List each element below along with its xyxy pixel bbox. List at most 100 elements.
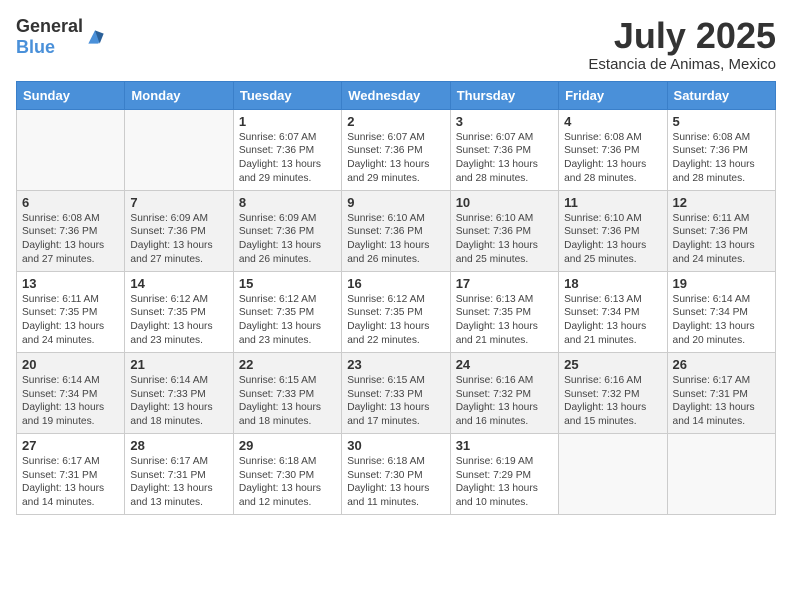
weekday-header-monday: Monday (125, 81, 233, 109)
calendar-cell: 24Sunrise: 6:16 AM Sunset: 7:32 PM Dayli… (450, 352, 558, 433)
calendar-week-row: 13 Sunrise: 6:11 AM Sunset: 7:35 PM Dayli… (17, 271, 776, 352)
weekday-header-tuesday: Tuesday (233, 81, 341, 109)
day-number: 19 (673, 276, 770, 291)
weekday-header-row: SundayMondayTuesdayWednesdayThursdayFrid… (17, 81, 776, 109)
day-info: Sunrise: 6:12 AM Sunset: 7:35 PM Dayligh… (239, 293, 336, 348)
day-info: Sunrise: 6:17 AM Sunset: 7:31 PM Dayligh… (673, 374, 770, 429)
calendar-cell (559, 433, 667, 514)
day-number: 25 (564, 357, 661, 372)
weekday-header-wednesday: Wednesday (342, 81, 450, 109)
day-info: Sunrise: 6:07 AM Sunset: 7:36 PM Dayligh… (239, 131, 336, 186)
calendar-cell: 21Sunrise: 6:14 AM Sunset: 7:33 PM Dayli… (125, 352, 233, 433)
calendar-cell: 3 Sunrise: 6:07 AM Sunset: 7:36 PM Daylig… (450, 109, 558, 190)
day-number: 26 (673, 357, 770, 372)
calendar-cell: 30 Sunrise: 6:18 AM Sunset: 7:30 PM Dayli… (342, 433, 450, 514)
day-number: 11 (564, 195, 661, 210)
day-number: 14 (130, 276, 227, 291)
page-header: General Blue July 2025 Estancia de Anima… (16, 16, 776, 73)
calendar-cell (17, 109, 125, 190)
day-number: 9 (347, 195, 444, 210)
day-info: Sunrise: 6:07 AM Sunset: 7:36 PM Dayligh… (347, 131, 444, 186)
day-number: 17 (456, 276, 553, 291)
day-info: Sunrise: 6:14 AM Sunset: 7:34 PM Dayligh… (22, 374, 119, 429)
day-number: 20 (22, 357, 119, 372)
day-info: Sunrise: 6:18 AM Sunset: 7:30 PM Dayligh… (347, 455, 444, 510)
calendar-cell: 26 Sunrise: 6:17 AM Sunset: 7:31 PM Dayli… (667, 352, 775, 433)
calendar-cell: 14Sunrise: 6:12 AM Sunset: 7:35 PM Dayli… (125, 271, 233, 352)
day-info: Sunrise: 6:14 AM Sunset: 7:34 PM Dayligh… (673, 293, 770, 348)
calendar-cell: 27 Sunrise: 6:17 AM Sunset: 7:31 PM Dayli… (17, 433, 125, 514)
calendar-cell: 2 Sunrise: 6:07 AM Sunset: 7:36 PM Daylig… (342, 109, 450, 190)
day-number: 10 (456, 195, 553, 210)
calendar-cell: 19 Sunrise: 6:14 AM Sunset: 7:34 PM Dayli… (667, 271, 775, 352)
calendar-cell: 9 Sunrise: 6:10 AM Sunset: 7:36 PM Daylig… (342, 190, 450, 271)
month-title: July 2025 (588, 16, 776, 56)
day-number: 13 (22, 276, 119, 291)
day-info: Sunrise: 6:19 AM Sunset: 7:29 PM Dayligh… (456, 455, 553, 510)
day-info: Sunrise: 6:09 AM Sunset: 7:36 PM Dayligh… (239, 212, 336, 267)
logo-blue: Blue (16, 37, 55, 57)
weekday-header-friday: Friday (559, 81, 667, 109)
calendar-table: SundayMondayTuesdayWednesdayThursdayFrid… (16, 81, 776, 515)
day-info: Sunrise: 6:18 AM Sunset: 7:30 PM Dayligh… (239, 455, 336, 510)
calendar-cell: 6 Sunrise: 6:08 AM Sunset: 7:36 PM Daylig… (17, 190, 125, 271)
day-info: Sunrise: 6:08 AM Sunset: 7:36 PM Dayligh… (564, 131, 661, 186)
day-number: 6 (22, 195, 119, 210)
logo-general: General (16, 16, 83, 36)
logo-icon (85, 27, 105, 47)
calendar-week-row: 6 Sunrise: 6:08 AM Sunset: 7:36 PM Daylig… (17, 190, 776, 271)
day-info: Sunrise: 6:17 AM Sunset: 7:31 PM Dayligh… (22, 455, 119, 510)
calendar-cell: 7 Sunrise: 6:09 AM Sunset: 7:36 PM Daylig… (125, 190, 233, 271)
day-info: Sunrise: 6:11 AM Sunset: 7:36 PM Dayligh… (673, 212, 770, 267)
calendar-week-row: 1 Sunrise: 6:07 AM Sunset: 7:36 PM Daylig… (17, 109, 776, 190)
calendar-cell: 5Sunrise: 6:08 AM Sunset: 7:36 PM Daylig… (667, 109, 775, 190)
calendar-cell (667, 433, 775, 514)
day-info: Sunrise: 6:08 AM Sunset: 7:36 PM Dayligh… (22, 212, 119, 267)
day-info: Sunrise: 6:07 AM Sunset: 7:36 PM Dayligh… (456, 131, 553, 186)
calendar-cell: 25Sunrise: 6:16 AM Sunset: 7:32 PM Dayli… (559, 352, 667, 433)
day-number: 24 (456, 357, 553, 372)
calendar-cell: 11 Sunrise: 6:10 AM Sunset: 7:36 PM Dayli… (559, 190, 667, 271)
day-number: 30 (347, 438, 444, 453)
day-info: Sunrise: 6:15 AM Sunset: 7:33 PM Dayligh… (347, 374, 444, 429)
calendar-week-row: 20 Sunrise: 6:14 AM Sunset: 7:34 PM Dayli… (17, 352, 776, 433)
day-info: Sunrise: 6:13 AM Sunset: 7:35 PM Dayligh… (456, 293, 553, 348)
day-info: Sunrise: 6:10 AM Sunset: 7:36 PM Dayligh… (564, 212, 661, 267)
day-number: 5 (673, 114, 770, 129)
calendar-cell: 23Sunrise: 6:15 AM Sunset: 7:33 PM Dayli… (342, 352, 450, 433)
day-info: Sunrise: 6:15 AM Sunset: 7:33 PM Dayligh… (239, 374, 336, 429)
calendar-week-row: 27 Sunrise: 6:17 AM Sunset: 7:31 PM Dayli… (17, 433, 776, 514)
day-number: 28 (130, 438, 227, 453)
subtitle: Estancia de Animas, Mexico (588, 56, 776, 73)
day-info: Sunrise: 6:10 AM Sunset: 7:36 PM Dayligh… (456, 212, 553, 267)
day-number: 22 (239, 357, 336, 372)
day-info: Sunrise: 6:11 AM Sunset: 7:35 PM Dayligh… (22, 293, 119, 348)
day-number: 2 (347, 114, 444, 129)
calendar-cell: 17 Sunrise: 6:13 AM Sunset: 7:35 PM Dayli… (450, 271, 558, 352)
calendar-cell (125, 109, 233, 190)
day-number: 29 (239, 438, 336, 453)
calendar-cell: 10 Sunrise: 6:10 AM Sunset: 7:36 PM Dayli… (450, 190, 558, 271)
day-info: Sunrise: 6:14 AM Sunset: 7:33 PM Dayligh… (130, 374, 227, 429)
day-number: 3 (456, 114, 553, 129)
calendar-cell: 16Sunrise: 6:12 AM Sunset: 7:35 PM Dayli… (342, 271, 450, 352)
calendar-cell: 13 Sunrise: 6:11 AM Sunset: 7:35 PM Dayli… (17, 271, 125, 352)
day-info: Sunrise: 6:10 AM Sunset: 7:36 PM Dayligh… (347, 212, 444, 267)
weekday-header-saturday: Saturday (667, 81, 775, 109)
calendar-cell: 1 Sunrise: 6:07 AM Sunset: 7:36 PM Daylig… (233, 109, 341, 190)
weekday-header-sunday: Sunday (17, 81, 125, 109)
day-number: 1 (239, 114, 336, 129)
calendar-cell: 8Sunrise: 6:09 AM Sunset: 7:36 PM Daylig… (233, 190, 341, 271)
day-info: Sunrise: 6:17 AM Sunset: 7:31 PM Dayligh… (130, 455, 227, 510)
day-number: 15 (239, 276, 336, 291)
logo: General Blue (16, 16, 107, 58)
day-info: Sunrise: 6:09 AM Sunset: 7:36 PM Dayligh… (130, 212, 227, 267)
day-number: 27 (22, 438, 119, 453)
calendar-cell: 22 Sunrise: 6:15 AM Sunset: 7:33 PM Dayli… (233, 352, 341, 433)
calendar-cell: 12Sunrise: 6:11 AM Sunset: 7:36 PM Dayli… (667, 190, 775, 271)
day-number: 7 (130, 195, 227, 210)
calendar-cell: 29 Sunrise: 6:18 AM Sunset: 7:30 PM Dayli… (233, 433, 341, 514)
calendar-cell: 31Sunrise: 6:19 AM Sunset: 7:29 PM Dayli… (450, 433, 558, 514)
calendar-cell: 20 Sunrise: 6:14 AM Sunset: 7:34 PM Dayli… (17, 352, 125, 433)
weekday-header-thursday: Thursday (450, 81, 558, 109)
